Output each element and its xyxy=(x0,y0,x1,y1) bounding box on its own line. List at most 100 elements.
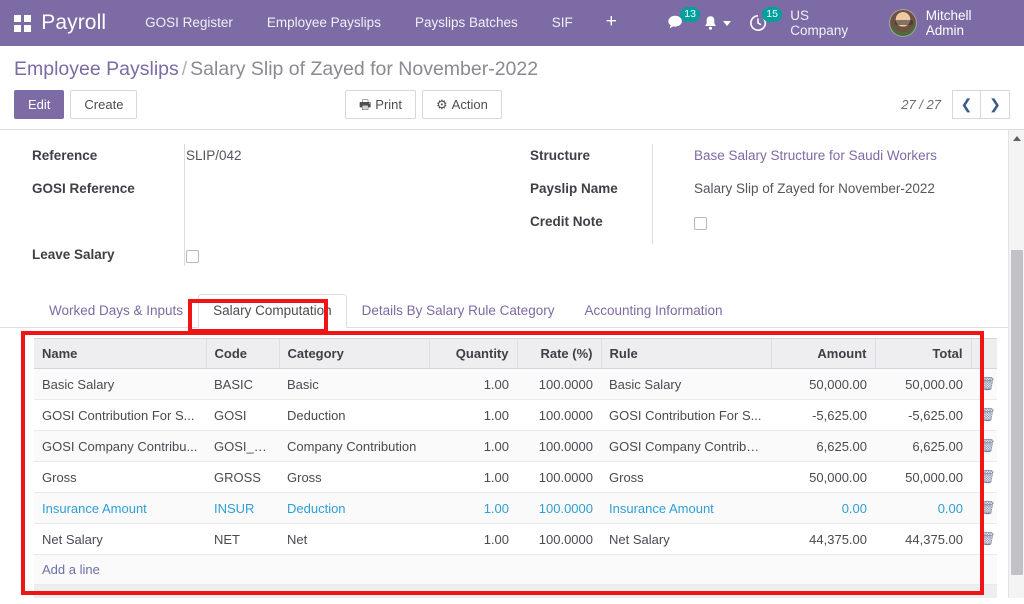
nav-item-payslips-batches[interactable]: Payslips Batches xyxy=(398,0,535,46)
add-a-line-row[interactable]: Add a line xyxy=(34,554,997,585)
cell-code[interactable]: GROSS xyxy=(206,461,279,493)
cell-rule[interactable]: Net Salary xyxy=(601,523,771,555)
cell-amount[interactable]: 50,000.00 xyxy=(771,368,875,400)
tab-details-by-salary-rule-category[interactable]: Details By Salary Rule Category xyxy=(347,294,570,328)
cell-category[interactable]: Net xyxy=(279,523,429,555)
cell-code[interactable]: BASIC xyxy=(206,368,279,400)
cell-amount[interactable]: 0.00 xyxy=(771,492,875,524)
cell-category[interactable]: Deduction xyxy=(279,492,429,524)
cell-quantity[interactable]: 1.00 xyxy=(429,430,517,462)
tab-salary-computation[interactable]: Salary Computation xyxy=(198,294,347,328)
cell-rule[interactable]: GOSI Contribution For S... xyxy=(601,399,771,431)
cell-rule[interactable]: Basic Salary xyxy=(601,368,771,400)
pager-previous-button[interactable]: ❮ xyxy=(952,90,981,119)
trash-icon[interactable]: 🗑 xyxy=(979,531,996,546)
breadcrumb-parent[interactable]: Employee Payslips xyxy=(14,58,179,80)
cell-amount[interactable]: 44,375.00 xyxy=(771,523,875,555)
cell-quantity[interactable]: 1.00 xyxy=(429,399,517,431)
trash-icon[interactable]: 🗑 xyxy=(979,469,996,484)
cell-name[interactable]: Gross xyxy=(34,461,206,493)
table-row[interactable]: Gross GROSS Gross 1.00 100.0000 Gross 50… xyxy=(34,461,997,493)
cell-rate[interactable]: 100.0000 xyxy=(517,399,601,431)
nav-add-icon[interactable]: + xyxy=(590,0,633,46)
clock-menu[interactable]: 15 xyxy=(740,0,782,46)
cell-amount[interactable]: 50,000.00 xyxy=(771,461,875,493)
cell-rate[interactable]: 100.0000 xyxy=(517,461,601,493)
trash-icon[interactable]: 🗑 xyxy=(979,376,996,391)
cell-code[interactable]: GOSI xyxy=(206,399,279,431)
activities-menu[interactable] xyxy=(694,0,740,46)
cell-category[interactable]: Gross xyxy=(279,461,429,493)
vertical-scrollbar[interactable] xyxy=(1008,130,1024,598)
cell-category[interactable]: Basic xyxy=(279,368,429,400)
cell-total[interactable]: 50,000.00 xyxy=(875,461,971,493)
cell-total[interactable]: 6,625.00 xyxy=(875,430,971,462)
apps-menu-icon[interactable] xyxy=(6,0,39,46)
cell-rule[interactable]: Insurance Amount xyxy=(601,492,771,524)
column-header-quantity[interactable]: Quantity xyxy=(428,338,517,369)
column-header-amount[interactable]: Amount xyxy=(770,338,875,369)
table-row[interactable]: Insurance Amount INSUR Deduction 1.00 10… xyxy=(34,492,997,524)
print-button[interactable]: 🖶 Print xyxy=(345,90,417,119)
column-header-rate[interactable]: Rate (%) xyxy=(516,338,601,369)
credit-note-checkbox[interactable] xyxy=(694,217,707,230)
cell-rate[interactable]: 100.0000 xyxy=(517,430,601,462)
cell-name[interactable]: Insurance Amount xyxy=(34,492,206,524)
column-header-total[interactable]: Total xyxy=(874,338,971,369)
cell-code[interactable]: INSUR xyxy=(206,492,279,524)
cell-rule[interactable]: GOSI Company Contribu... xyxy=(601,430,771,462)
nav-item-gosi-register[interactable]: GOSI Register xyxy=(128,0,250,46)
cell-total[interactable]: 44,375.00 xyxy=(875,523,971,555)
cell-category[interactable]: Deduction xyxy=(279,399,429,431)
messages-menu[interactable]: 13 xyxy=(658,0,700,46)
user-menu[interactable]: Mitchell Admin xyxy=(883,8,1024,38)
app-brand-title[interactable]: Payroll xyxy=(41,11,106,35)
leave-salary-checkbox[interactable] xyxy=(186,250,199,263)
cell-category[interactable]: Company Contribution xyxy=(279,430,429,462)
scrollbar-thumb[interactable] xyxy=(1011,250,1023,575)
column-header-name[interactable]: Name xyxy=(34,338,206,369)
edit-button[interactable]: Edit xyxy=(14,90,65,119)
cell-name[interactable]: GOSI Contribution For S... xyxy=(34,399,206,431)
field-gosi-reference-value[interactable] xyxy=(186,177,498,199)
add-a-line-cell[interactable]: Add a line xyxy=(34,554,997,585)
trash-icon[interactable]: 🗑 xyxy=(979,438,996,453)
nav-item-employee-payslips[interactable]: Employee Payslips xyxy=(250,0,398,46)
cell-total[interactable]: -5,625.00 xyxy=(875,399,971,431)
tab-worked-days-inputs[interactable]: Worked Days & Inputs xyxy=(34,294,198,328)
cell-name[interactable]: Basic Salary xyxy=(34,368,206,400)
table-row[interactable]: Basic Salary BASIC Basic 1.00 100.0000 B… xyxy=(34,368,997,400)
action-button[interactable]: ⚙ Action xyxy=(422,90,502,119)
cell-rate[interactable]: 100.0000 xyxy=(517,523,601,555)
cell-rate[interactable]: 100.0000 xyxy=(517,492,601,524)
table-row[interactable]: GOSI Company Contribu... GOSI_COMP Compa… xyxy=(34,430,997,462)
field-structure-value[interactable]: Base Salary Structure for Saudi Workers xyxy=(694,144,1010,167)
cell-code[interactable]: NET xyxy=(206,523,279,555)
cell-total[interactable]: 50,000.00 xyxy=(875,368,971,400)
cell-total[interactable]: 0.00 xyxy=(875,492,971,524)
company-switcher[interactable]: US Company xyxy=(776,8,882,38)
cell-code[interactable]: GOSI_COMP xyxy=(206,430,279,462)
table-row[interactable]: GOSI Contribution For S... GOSI Deductio… xyxy=(34,399,997,431)
create-button[interactable]: Create xyxy=(70,90,138,119)
field-reference-value[interactable]: SLIP/042 xyxy=(186,144,498,167)
column-header-code[interactable]: Code xyxy=(205,338,279,369)
cell-quantity[interactable]: 1.00 xyxy=(429,368,517,400)
table-row[interactable]: Net Salary NET Net 1.00 100.0000 Net Sal… xyxy=(34,523,997,555)
trash-icon[interactable]: 🗑 xyxy=(979,407,996,422)
scroll-up-button[interactable] xyxy=(1009,130,1024,146)
nav-item-sif[interactable]: SIF xyxy=(535,0,590,46)
cell-rule[interactable]: Gross xyxy=(601,461,771,493)
tab-accounting-information[interactable]: Accounting Information xyxy=(569,294,737,328)
pager-next-button[interactable]: ❯ xyxy=(981,90,1010,119)
cell-quantity[interactable]: 1.00 xyxy=(429,492,517,524)
cell-amount[interactable]: -5,625.00 xyxy=(771,399,875,431)
field-payslip-name-value[interactable]: Salary Slip of Zayed for November-2022 xyxy=(694,177,1010,200)
cell-rate[interactable]: 100.0000 xyxy=(517,368,601,400)
column-header-rule[interactable]: Rule xyxy=(600,338,771,369)
cell-name[interactable]: Net Salary xyxy=(34,523,206,555)
cell-quantity[interactable]: 1.00 xyxy=(429,461,517,493)
cell-name[interactable]: GOSI Company Contribu... xyxy=(34,430,206,462)
trash-icon[interactable]: 🗑 xyxy=(979,500,996,515)
cell-amount[interactable]: 6,625.00 xyxy=(771,430,875,462)
